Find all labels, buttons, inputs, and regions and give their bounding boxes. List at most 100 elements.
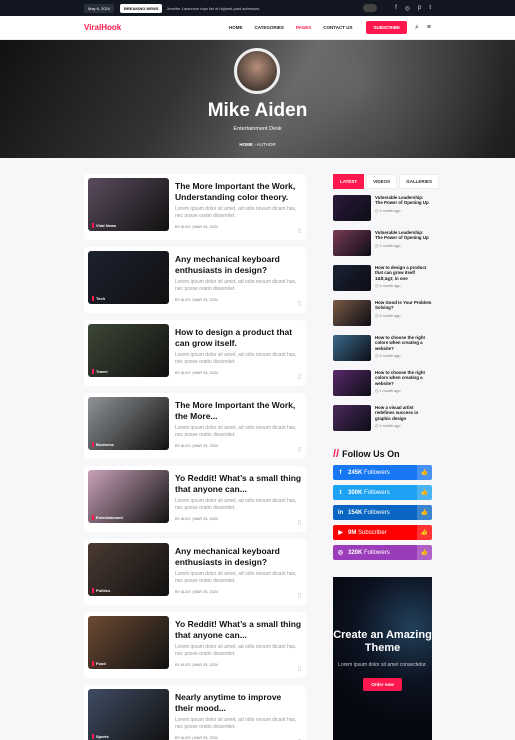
social-follow-button[interactable]: ▶ 9M Subscriber 👍 — [333, 525, 432, 540]
bookmark-icon[interactable]: ▯ — [298, 373, 301, 380]
menu-icon[interactable]: ≡ — [427, 24, 431, 31]
post-thumbnail[interactable]: Travel — [88, 324, 169, 377]
bookmark-icon[interactable]: ▯ — [298, 227, 301, 234]
post-card[interactable]: Food Yo Reddit! What’s a small thing that… — [84, 612, 306, 678]
post-title[interactable]: Any mechanical keyboard enthusiasts in d… — [175, 546, 302, 567]
dark-mode-toggle[interactable] — [363, 4, 378, 12]
post-card[interactable]: Tech Any mechanical keyboard enthusiasts … — [84, 247, 306, 313]
post-title[interactable]: Yo Reddit! What’s a small thing that any… — [175, 473, 302, 494]
latest-thumbnail[interactable] — [333, 265, 371, 291]
post-thumbnail[interactable]: Business — [88, 397, 169, 450]
tab-videos[interactable]: VIDEOS — [366, 174, 398, 189]
post-body: The More Important the Work, the More...… — [175, 397, 302, 455]
menu-contact[interactable]: CONTACT US — [323, 25, 352, 30]
latest-title[interactable]: How a visual artist redefines success in… — [375, 405, 432, 421]
thumbs-up-icon[interactable]: 👍 — [417, 465, 432, 480]
post-thumbnail[interactable]: Politics — [88, 543, 169, 596]
post-category[interactable]: Entertainment — [92, 515, 123, 520]
latest-title[interactable]: How to choose the right colors when crea… — [375, 335, 432, 351]
post-category[interactable]: Viral News — [92, 223, 116, 228]
post-category[interactable]: Business — [92, 442, 114, 447]
post-card[interactable]: Business The More Important the Work, the… — [84, 393, 306, 459]
thumbs-up-icon[interactable]: 👍 — [417, 485, 432, 500]
subscribe-button[interactable]: SUBSCRIBE — [366, 21, 407, 34]
post-title[interactable]: Any mechanical keyboard enthusiasts in d… — [175, 254, 302, 275]
tab-latest[interactable]: LATEST — [333, 174, 365, 189]
thumbs-up-icon[interactable]: 👍 — [417, 525, 432, 540]
bookmark-icon[interactable]: ▯ — [298, 300, 301, 307]
order-now-button[interactable]: Order now — [363, 678, 402, 691]
bookmark-icon[interactable]: ▯ — [298, 665, 301, 672]
bookmark-icon[interactable]: ▯ — [298, 446, 301, 453]
post-category[interactable]: Travel — [92, 369, 108, 374]
latest-time: ◷ 1 month ago — [375, 313, 432, 318]
bookmark-icon[interactable]: ▯ — [298, 592, 301, 599]
social-follow-button[interactable]: t 300K Followers 👍 — [333, 485, 432, 500]
social-label-text: Followers — [364, 489, 390, 496]
thumbs-up-icon[interactable]: 👍 — [417, 505, 432, 520]
post-meta: BY ALEX | MAR 25, 2024 — [175, 590, 218, 594]
twitter-icon[interactable]: t — [429, 5, 431, 11]
search-icon[interactable]: ⌕ — [415, 24, 419, 32]
tab-galleries[interactable]: GALLERIES — [399, 174, 439, 189]
site-logo[interactable]: ViralHook — [84, 23, 121, 32]
post-card[interactable]: Entertainment Yo Reddit! What’s a small t… — [84, 466, 306, 532]
post-category[interactable]: Tech — [92, 296, 105, 301]
post-title[interactable]: How to design a product that can grow it… — [175, 327, 302, 348]
social-count: 300K — [348, 489, 363, 496]
latest-item[interactable]: How a visual artist redefines success in… — [333, 405, 432, 440]
thumbs-up-icon[interactable]: 👍 — [417, 545, 432, 560]
facebook-icon[interactable]: f — [395, 5, 397, 11]
breaking-news-label: BREAKING NEWS — [120, 3, 163, 13]
latest-thumbnail[interactable] — [333, 370, 371, 396]
latest-title[interactable]: How Good Is Your Problem Solving? — [375, 300, 432, 311]
menu-pages[interactable]: PAGES — [296, 25, 311, 30]
latest-thumbnail[interactable] — [333, 195, 371, 221]
post-card[interactable]: Sports Nearly anytime to improve their mo… — [84, 685, 306, 740]
menu-categories[interactable]: CATEGORIES — [254, 25, 283, 30]
post-thumbnail[interactable]: Tech — [88, 251, 169, 304]
social-icon: in — [337, 509, 344, 516]
post-thumbnail[interactable]: Food — [88, 616, 169, 669]
post-card[interactable]: Travel How to design a product that can g… — [84, 320, 306, 386]
latest-item[interactable]: How to design a product that can grow it… — [333, 265, 432, 300]
latest-body: How to choose the right colors when crea… — [375, 335, 432, 358]
post-category[interactable]: Politics — [92, 588, 110, 593]
post-category[interactable]: Sports — [92, 734, 109, 739]
latest-item[interactable]: How to choose the right colors when crea… — [333, 370, 432, 405]
menu-home[interactable]: HOME — [229, 25, 243, 30]
social-follow-button[interactable]: f 245K Followers 👍 — [333, 465, 432, 480]
latest-title[interactable]: Vulnerable Leadership: The Power of Open… — [375, 230, 432, 241]
post-card[interactable]: Viral News The More Important the Work, U… — [84, 174, 306, 240]
bookmark-icon[interactable]: ▯ — [298, 519, 301, 526]
post-title[interactable]: The More Important the Work, the More... — [175, 400, 302, 421]
post-thumbnail[interactable]: Viral News — [88, 178, 169, 231]
latest-title[interactable]: How to choose the right colors when crea… — [375, 370, 432, 386]
social-follow-button[interactable]: in 154K Followers 👍 — [333, 505, 432, 520]
post-thumbnail[interactable]: Sports — [88, 689, 169, 740]
social-icon: ▶ — [338, 530, 343, 536]
post-title[interactable]: Yo Reddit! What’s a small thing that any… — [175, 619, 302, 640]
latest-thumbnail[interactable] — [333, 335, 371, 361]
post-category[interactable]: Food — [92, 661, 106, 666]
post-title[interactable]: Nearly anytime to improve their mood... — [175, 692, 302, 713]
latest-thumbnail[interactable] — [333, 405, 371, 431]
latest-item[interactable]: Vulnerable Leadership: The Power of Open… — [333, 195, 432, 230]
breaking-news-ticker[interactable]: Jennifer Lawrence tops list of highest-p… — [166, 6, 259, 11]
post-card[interactable]: Politics Any mechanical keyboard enthusia… — [84, 539, 306, 605]
post-excerpt: Lorem ipsum dolor sit amet, ad odio novu… — [175, 425, 297, 438]
pinterest-icon[interactable]: p — [418, 5, 421, 11]
breadcrumb-home[interactable]: HOME — [239, 142, 253, 147]
latest-thumbnail[interactable] — [333, 230, 371, 256]
latest-title[interactable]: Vulnerable Leadership: The Power of Open… — [375, 195, 432, 206]
post-title[interactable]: The More Important the Work, Understandi… — [175, 181, 302, 202]
instagram-icon[interactable]: ◎ — [405, 5, 410, 12]
latest-item[interactable]: How Good Is Your Problem Solving? ◷ 1 mon… — [333, 300, 432, 335]
latest-title[interactable]: How to design a product that can grow it… — [375, 265, 432, 281]
social-follow-button[interactable]: ◎ 320K Followers 👍 — [333, 545, 432, 560]
latest-item[interactable]: How to choose the right colors when crea… — [333, 335, 432, 370]
latest-thumbnail[interactable] — [333, 300, 371, 326]
post-excerpt: Lorem ipsum dolor sit amet, ad odio novu… — [175, 644, 297, 657]
post-thumbnail[interactable]: Entertainment — [88, 470, 169, 523]
latest-item[interactable]: Vulnerable Leadership: The Power of Open… — [333, 230, 432, 265]
